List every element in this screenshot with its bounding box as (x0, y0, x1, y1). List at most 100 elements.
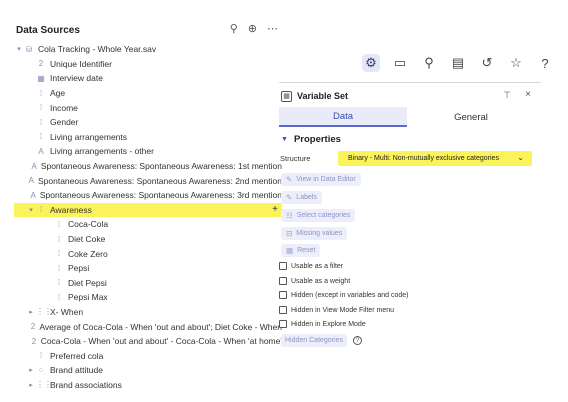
select-categories-icon: ☷ (286, 211, 293, 220)
expand-caret-icon[interactable]: ▸ (26, 381, 36, 389)
expand-caret-icon[interactable]: ▾ (14, 45, 24, 53)
variable-set-header: ▦ Variable Set ⊤ × (281, 88, 533, 104)
usable-as-filter-checkbox[interactable]: Usable as a filter (279, 262, 343, 270)
tree-row[interactable]: 2 Coca-Cola - When 'out and about' - Coca… (14, 334, 282, 349)
reset-icon: ▦ (286, 246, 294, 255)
checkbox-box[interactable] (279, 262, 287, 270)
hidden-categories-button[interactable]: Hidden Categories (281, 334, 347, 347)
variable-type-icon: ⁞ (57, 263, 61, 273)
tree-item-label: Pepsi Max (68, 292, 108, 303)
pin-icon[interactable]: ⊤ (503, 90, 511, 101)
search-icon[interactable]: ⚲ (230, 22, 238, 36)
notes-icon[interactable]: ▤ (449, 54, 467, 72)
reset-button[interactable]: ▦ Reset (281, 244, 321, 257)
tree-row[interactable]: ▾ ⁞ Awareness + (14, 202, 282, 218)
tree-row[interactable]: ⁞ Diet Coke (14, 232, 282, 247)
variable-type-icon: ⋮⋮ (36, 380, 52, 390)
expand-caret-icon[interactable]: ▾ (26, 206, 36, 214)
search-icon[interactable]: ⚲ (420, 54, 438, 72)
tree-item-label: Diet Coke (68, 234, 106, 245)
tree-row[interactable]: A Living arrangements - other (14, 144, 282, 159)
tree-row[interactable]: ⁞ Living arrangements (14, 130, 282, 145)
star-icon[interactable]: ☆ (507, 54, 525, 72)
expand-caret-icon[interactable]: ▸ (26, 308, 36, 316)
variable-type-icon: ⁞ (39, 132, 43, 142)
tree-row[interactable]: ⁞ Income (14, 100, 282, 115)
help-icon[interactable]: ? (352, 336, 362, 345)
select-categories-button[interactable]: ☷ Select categories (281, 209, 356, 222)
tree-row[interactable]: ▸ ⋮⋮ X- When (14, 305, 282, 320)
checkbox-box[interactable] (279, 306, 287, 314)
tree-row[interactable]: ⁞ Coke Zero (14, 246, 282, 261)
tree-row[interactable]: ▾ ⛁ Cola Tracking - Whole Year.sav (14, 42, 282, 57)
tree-item-label: Awareness (50, 204, 92, 215)
tree-row[interactable]: 2 Unique Identifier (14, 57, 282, 72)
missing-values-button[interactable]: ⊟ Missing values (281, 227, 348, 240)
right-toolbar: ⚙ ▭ ⚲ ▤ ↺ ☆ ? (362, 54, 554, 72)
chevron-down-icon: ⌄ (517, 153, 524, 162)
data-sources-title: Data Sources (16, 24, 80, 36)
more-icon[interactable]: ⋯ (267, 22, 278, 36)
hidden-view-mode-label: Hidden in View Mode Filter menu (291, 306, 394, 314)
usable-as-weight-label: Usable as a weight (291, 277, 351, 285)
variable-type-icon: ⁞ (39, 205, 43, 215)
variable-type-icon: ⁞ (57, 292, 61, 302)
hidden-explore-mode-label: Hidden in Explore Mode (291, 320, 366, 328)
select-categories-label: Select categories (296, 212, 351, 219)
tree-row[interactable]: ⁞ Preferred cola (14, 348, 282, 363)
usable-as-weight-checkbox[interactable]: Usable as a weight (279, 277, 350, 285)
view-in-data-editor-label: View in Data Editor (296, 176, 356, 183)
tree-item-label: Preferred cola (50, 350, 104, 361)
tab-data[interactable]: Data (279, 107, 407, 127)
variable-type-icon: A (31, 161, 37, 171)
close-icon[interactable]: × (525, 89, 531, 100)
tree-row[interactable]: ⁞ Coca-Cola (14, 217, 282, 232)
tree-item-label: Unique Identifier (50, 58, 112, 69)
labels-button[interactable]: ✎ Labels (281, 191, 322, 204)
tree-row[interactable]: ⁞ Gender (14, 115, 282, 130)
expand-caret-icon[interactable]: ▸ (26, 366, 36, 374)
tree-row[interactable]: ⁞ Diet Pepsi (14, 276, 282, 291)
checkbox-box[interactable] (279, 277, 287, 285)
tree-item-label: Diet Pepsi (68, 277, 107, 288)
variable-type-icon: ⁞ (39, 117, 43, 127)
usable-as-filter-label: Usable as a filter (291, 262, 344, 270)
view-in-data-editor-button[interactable]: ✎ View in Data Editor (281, 173, 361, 186)
checkbox-box[interactable] (279, 320, 287, 328)
missing-values-label: Missing values (296, 230, 343, 237)
checkbox-box[interactable] (279, 291, 287, 299)
tree-row[interactable]: A Spontaneous Awareness: Spontaneous Awar… (14, 159, 282, 174)
hidden-view-mode-checkbox[interactable]: Hidden in View Mode Filter menu (279, 306, 394, 314)
hidden-except-checkbox[interactable]: Hidden (except in variables and code) (279, 291, 409, 299)
comment-icon[interactable]: ▭ (391, 54, 409, 72)
tree-row[interactable]: A Spontaneous Awareness: Spontaneous Awar… (14, 188, 282, 203)
tree-row[interactable]: ▸ ⋮⋮ Brand associations (14, 378, 282, 393)
variable-type-icon: ⁞ (57, 249, 61, 259)
help-icon[interactable]: ? (536, 54, 554, 72)
tree-row[interactable]: A Spontaneous Awareness: Spontaneous Awar… (14, 173, 282, 188)
tree-item-label: Coca-Cola (68, 219, 109, 230)
properties-section-header[interactable]: ▼ Properties (281, 134, 341, 145)
tree-row[interactable]: ▸ ⁘ Brand attitude (14, 363, 282, 378)
properties-title: Properties (293, 134, 341, 145)
structure-select[interactable]: Binary - Multi: Non-mutually exclusive c… (338, 151, 532, 166)
variable-set-icon: ▦ (281, 90, 292, 102)
tree-row[interactable]: ⁞ Pepsi Max (14, 290, 282, 305)
add-icon[interactable]: + (272, 204, 278, 215)
sliders-icon[interactable]: ⚙ (362, 54, 380, 72)
tree-row[interactable]: ⁞ Pepsi (14, 261, 282, 276)
tree-item-label: Income (50, 102, 78, 113)
tree-row[interactable]: 2 Average of Coca-Cola - When 'out and ab… (14, 319, 282, 334)
data-sources-header: Data Sources ⚲ ⊕ ⋯ (16, 20, 278, 40)
hidden-explore-mode-checkbox[interactable]: Hidden in Explore Mode (279, 320, 366, 328)
tab-general[interactable]: General (407, 107, 535, 127)
tree-item-label: Brand associations (50, 379, 122, 390)
tree-item-label: Pepsi (68, 263, 90, 274)
variable-type-icon: ⁞ (39, 88, 43, 98)
tree-row[interactable]: ⁞ Age (14, 86, 282, 101)
history-icon[interactable]: ↺ (478, 54, 496, 72)
add-circle-icon[interactable]: ⊕ (248, 22, 257, 36)
structure-row: Structure Binary - Multi: Non-mutually e… (280, 151, 534, 166)
tree-item-label: Gender (50, 117, 79, 128)
tree-row[interactable]: ▦ Interview date (14, 71, 282, 86)
